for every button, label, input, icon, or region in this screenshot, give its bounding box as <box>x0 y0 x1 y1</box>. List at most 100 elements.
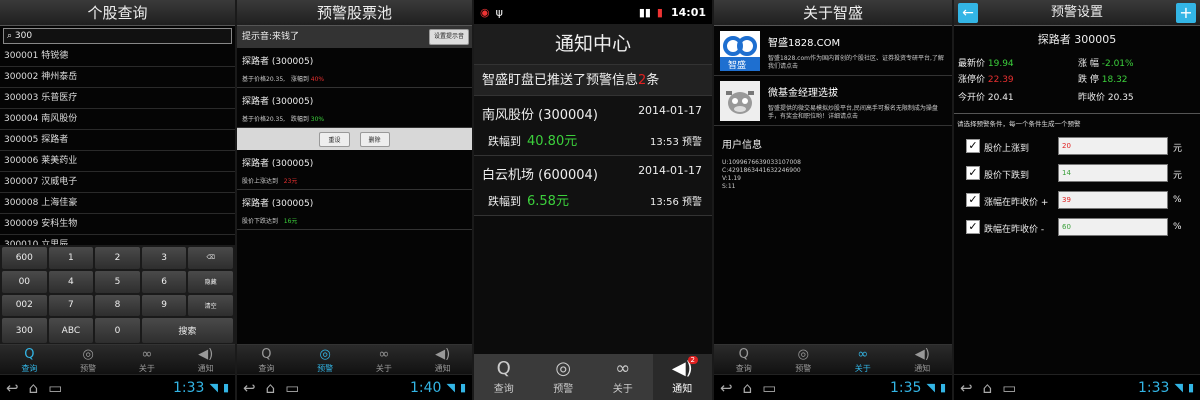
notification-item[interactable]: 白云机场 (600004) 2014-01-17 跌幅到 6.58元 13:56 预警 <box>474 156 712 216</box>
recent-apps-icon[interactable]: ▭ <box>48 379 62 397</box>
recent-apps-icon[interactable]: ▭ <box>1002 379 1016 397</box>
alert-item[interactable]: 探路者 (300005) 基于价格20.35, 涨幅到 40% <box>237 48 472 88</box>
alert-item[interactable]: 探路者 (300005) 股价下跌达到 16元 <box>237 190 472 230</box>
tab-notify[interactable]: ◀) 通知 <box>413 345 472 374</box>
wifi-icon: ◥ <box>1174 381 1183 394</box>
condition-value: 40% <box>310 76 325 83</box>
tab-query-label: 查询 <box>21 364 38 373</box>
tab-query[interactable]: Q 查询 <box>0 345 59 374</box>
list-item[interactable]: 300002 神州泰岳 <box>0 67 235 88</box>
keypad-key[interactable]: 9 <box>141 294 187 317</box>
home-icon[interactable]: ⌂ <box>29 379 39 397</box>
page-title: 关于智盛 <box>714 0 952 26</box>
keypad-key[interactable]: 清空 <box>188 294 233 317</box>
about-item[interactable]: 微基金经理选拔 智盛提供的微交易模拟炒股平台,民间高手可报名无限制成为操盘手，有奖… <box>714 76 952 126</box>
condition-input[interactable]: 14 <box>1058 164 1168 182</box>
prev-close: 昨收价 20.35 <box>1078 90 1134 103</box>
condition-hint: 请选择预警条件，每一个条件生成一个预警 <box>957 120 1081 128</box>
keypad-key[interactable]: 7 <box>48 294 94 317</box>
user-info-line: C:4291863441632246900 <box>722 167 801 174</box>
system-nav-bar: ↩ ⌂ ▭ 1:33 ◥ ▮ <box>0 374 235 400</box>
speaker-icon: ◀) <box>435 347 451 362</box>
back-icon[interactable]: ↩ <box>720 379 733 397</box>
tab-alert[interactable]: ◎ 预警 <box>774 345 834 374</box>
add-icon[interactable]: + <box>1176 3 1196 23</box>
infinity-icon: ∞ <box>141 347 153 362</box>
tab-about[interactable]: ∞ 关于 <box>833 345 893 374</box>
tab-query[interactable]: Q 查询 <box>474 354 534 400</box>
back-icon[interactable]: ↩ <box>6 379 19 397</box>
keypad-key[interactable]: 2 <box>95 247 140 269</box>
list-item[interactable]: 300005 探路者 <box>0 130 235 151</box>
notification-item[interactable]: 南风股份 (300004) 2014-01-17 跌幅到 40.80元 13:53 预警 <box>474 96 712 156</box>
condition-checkbox[interactable]: ✓ <box>966 220 980 234</box>
keypad-key[interactable]: 5 <box>95 270 140 293</box>
tab-notify[interactable]: ◀) 通知 <box>893 345 953 374</box>
search-input[interactable]: ⌕ 300 <box>3 28 232 44</box>
alert-item[interactable]: 探路者 (300005) 股价上涨达到 23元 <box>237 150 472 190</box>
back-icon[interactable]: ↩ <box>243 379 256 397</box>
keypad: 600 1 2 3 ⌫ 00 4 5 6 隐藏 002 7 8 9 清空 300 ABC 0 搜索 <box>0 245 235 345</box>
tab-query[interactable]: Q 查询 <box>714 345 774 374</box>
tab-query[interactable]: Q 查询 <box>237 345 296 374</box>
tab-about[interactable]: ∞ 关于 <box>355 345 414 374</box>
condition-checkbox[interactable]: ✓ <box>966 166 980 180</box>
keypad-key[interactable]: 隐藏 <box>188 270 233 293</box>
search-icon: Q <box>738 347 749 362</box>
condition-value: 16元 <box>283 218 298 225</box>
condition-input[interactable]: 20 <box>1058 137 1168 155</box>
back-arrow-icon[interactable]: ← <box>958 3 978 23</box>
alert-stock-name: 探路者 (300005) <box>242 199 314 209</box>
alert-stock-name: 探路者 (300005) <box>242 97 314 107</box>
set-sound-button[interactable]: 设置提示音 <box>428 29 469 45</box>
tab-alert[interactable]: ◎ 预警 <box>59 345 118 374</box>
keypad-key[interactable]: 4 <box>48 270 94 293</box>
list-item[interactable]: 300001 特锐德 <box>0 46 235 67</box>
clock: 1:40 <box>410 379 442 396</box>
tab-about-label: 关于 <box>375 364 392 373</box>
tab-alert[interactable]: ◎ 预警 <box>296 345 355 374</box>
tab-notify[interactable]: ◀) 通知 2 <box>652 354 712 400</box>
keypad-key[interactable]: 6 <box>141 270 187 293</box>
list-item[interactable]: 300009 安科生物 <box>0 214 235 235</box>
limitdown-label: 跌 停 <box>1078 75 1099 85</box>
condition-input[interactable]: 60 <box>1058 218 1168 236</box>
list-item[interactable]: 300004 南风股份 <box>0 109 235 130</box>
keypad-key[interactable]: 002 <box>2 294 47 317</box>
keypad-key[interactable]: 8 <box>95 294 140 317</box>
keypad-key[interactable]: ABC <box>48 318 94 343</box>
list-item[interactable]: 300007 汉威电子 <box>0 172 235 193</box>
tab-alert[interactable]: ◎ 预警 <box>534 354 594 400</box>
list-item[interactable]: 300008 上海佳豪 <box>0 193 235 214</box>
backspace-key[interactable]: ⌫ <box>188 247 233 269</box>
home-icon[interactable]: ⌂ <box>743 379 753 397</box>
recent-apps-icon[interactable]: ▭ <box>762 379 776 397</box>
reset-button[interactable]: 重设 <box>319 131 350 147</box>
keypad-key[interactable]: 600 <box>2 247 47 269</box>
keypad-key[interactable]: 300 <box>2 318 47 343</box>
keypad-key[interactable]: 0 <box>95 318 140 343</box>
keypad-key[interactable]: 1 <box>48 247 94 269</box>
keypad-key[interactable]: 3 <box>141 247 187 269</box>
tab-notify[interactable]: ◀) 通知 <box>176 345 235 374</box>
home-icon[interactable]: ⌂ <box>983 379 993 397</box>
home-icon[interactable]: ⌂ <box>266 379 276 397</box>
user-info-line: V:1.19 <box>722 175 741 182</box>
list-item[interactable]: 300006 莱美药业 <box>0 151 235 172</box>
condition-checkbox[interactable]: ✓ <box>966 193 980 207</box>
alert-item[interactable]: 探路者 (300005) 基于价格20.35, 跌幅到 30% <box>237 88 472 128</box>
keypad-key[interactable]: 搜索 <box>141 318 233 343</box>
screen-stock-query: 个股查询 ⌕ 300 300001 特锐德 300002 神州泰岳 300003 乐… <box>0 0 237 400</box>
list-item[interactable]: 300003 乐普医疗 <box>0 88 235 109</box>
recent-apps-icon[interactable]: ▭ <box>285 379 299 397</box>
limitdown-value: 18.32 <box>1101 75 1128 85</box>
tab-about[interactable]: ∞ 关于 <box>593 354 653 400</box>
condition-checkbox[interactable]: ✓ <box>966 139 980 153</box>
tab-about[interactable]: ∞ 关于 <box>118 345 177 374</box>
about-item[interactable]: 智盛 智盛1828.COM 智盛1828.com作为国内首创的个股社区、证券投资专研… <box>714 26 952 76</box>
delete-button[interactable]: 删除 <box>359 131 390 147</box>
keypad-key[interactable]: 00 <box>2 270 47 293</box>
back-icon[interactable]: ↩ <box>960 379 973 397</box>
system-nav-bar: ↩ ⌂ ▭ 1:33 ◥ ▮ <box>954 374 1200 400</box>
condition-input[interactable]: 39 <box>1058 191 1168 209</box>
